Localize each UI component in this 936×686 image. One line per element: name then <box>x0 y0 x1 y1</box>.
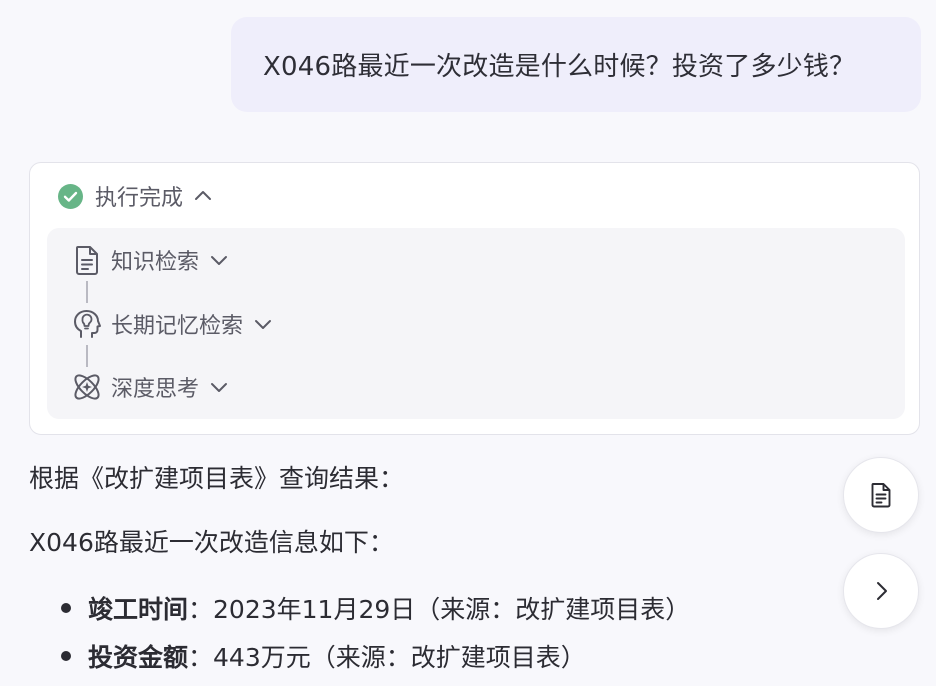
atom-icon <box>71 371 103 403</box>
bullet-dot <box>61 651 71 661</box>
chevron-down-icon <box>253 314 273 334</box>
step-label: 深度思考 <box>111 377 200 402</box>
step-label: 知识检索 <box>111 250 200 275</box>
list-item: 投资金额： 443万元（来源：改扩建项目表） <box>60 632 690 680</box>
answer-intro: 根据《改扩建项目表》查询结果： <box>29 464 405 493</box>
detail-value: 2023年11月29日（来源：改扩建项目表） <box>213 595 691 624</box>
step-long-term-memory-search[interactable]: 长期记忆检索 <box>71 306 273 342</box>
step-deep-thinking[interactable]: 深度思考 <box>71 369 229 405</box>
bullet-dot <box>61 603 71 613</box>
document-icon <box>71 244 103 276</box>
chevron-down-icon <box>209 250 229 270</box>
user-message-text: X046路最近一次改造是什么时候？投资了多少钱？ <box>263 52 856 82</box>
execution-card: 执行完成 知识检索 长期记忆检索 深度思考 <box>29 162 920 435</box>
next-button[interactable] <box>843 553 919 629</box>
document-icon <box>867 481 895 509</box>
detail-separator: ： <box>188 595 214 624</box>
document-button[interactable] <box>843 457 919 533</box>
detail-value: 443万元（来源：改扩建项目表） <box>213 643 586 672</box>
step-connector-line <box>86 345 88 367</box>
chevron-down-icon <box>209 377 229 397</box>
brain-head-icon <box>71 308 103 340</box>
chat-page: X046路最近一次改造是什么时候？投资了多少钱？ 执行完成 知识检索 长期记忆检… <box>0 0 936 686</box>
detail-separator: ： <box>188 643 214 672</box>
detail-label: 投资金额 <box>88 643 189 672</box>
detail-label: 竣工时间 <box>88 595 189 624</box>
step-connector-line <box>86 281 88 303</box>
chevron-right-icon <box>869 579 893 603</box>
execution-steps-panel: 知识检索 长期记忆检索 深度思考 <box>47 228 905 419</box>
step-label: 长期记忆检索 <box>111 314 244 339</box>
execution-status-label: 执行完成 <box>95 186 184 211</box>
execution-status-toggle[interactable]: 执行完成 <box>58 182 213 211</box>
answer-summary: X046路最近一次改造信息如下： <box>29 528 394 557</box>
check-circle-icon <box>58 183 83 209</box>
chevron-up-icon <box>193 186 213 206</box>
answer-details-list: 竣工时间： 2023年11月29日（来源：改扩建项目表） 投资金额： 443万元（来… <box>60 584 690 680</box>
step-knowledge-search[interactable]: 知识检索 <box>71 242 229 278</box>
list-item: 竣工时间： 2023年11月29日（来源：改扩建项目表） <box>60 584 690 632</box>
user-message-bubble: X046路最近一次改造是什么时候？投资了多少钱？ <box>231 17 921 112</box>
